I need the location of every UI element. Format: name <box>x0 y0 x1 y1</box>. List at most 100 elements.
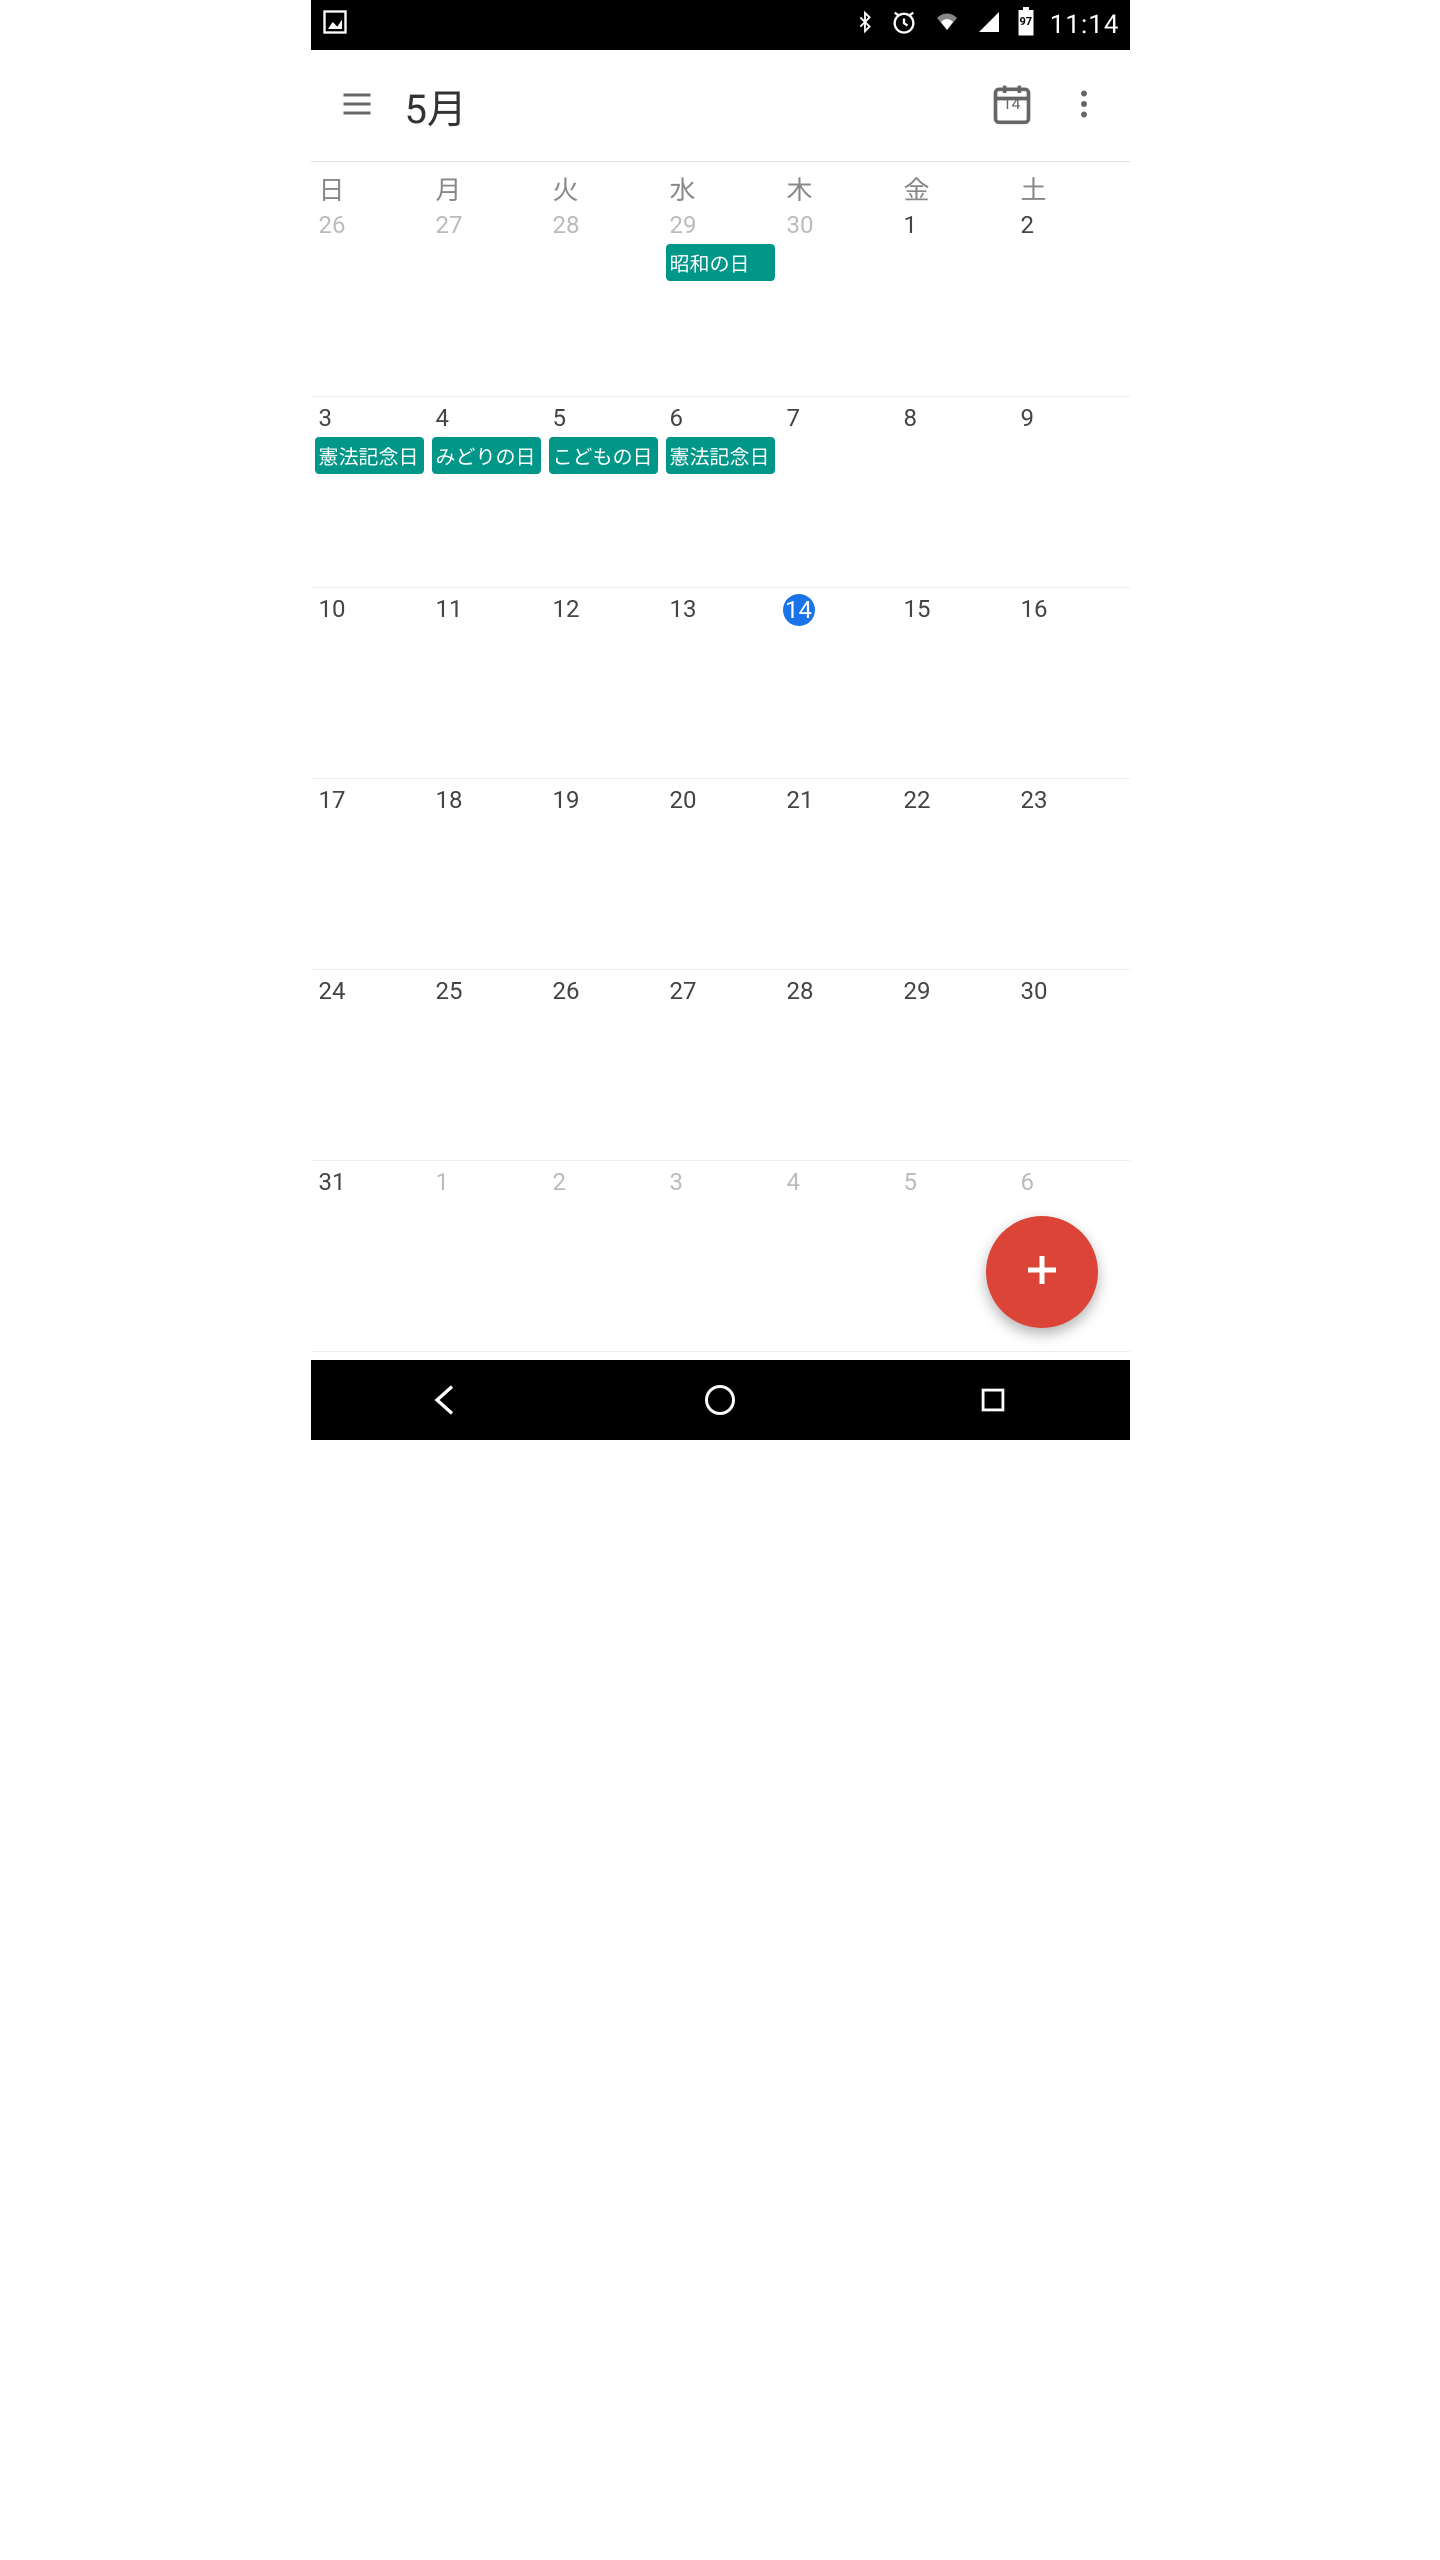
week-row: 2627 28 29 昭和の日 30 1 2 <box>311 206 1130 397</box>
day-cell[interactable]: 7 <box>779 397 896 587</box>
date-number: 18 <box>432 785 463 815</box>
day-cell[interactable]: 28 <box>545 206 662 396</box>
date-number: 16 <box>1017 594 1048 624</box>
date-number: 22 <box>900 785 931 815</box>
date-number: 27 <box>432 210 463 240</box>
day-cell[interactable]: 27 <box>662 970 779 1160</box>
date-number: 21 <box>783 785 814 815</box>
day-cell[interactable]: 2 <box>545 1161 662 1351</box>
hamburger-icon <box>339 86 375 126</box>
date-number: 3 <box>315 403 345 433</box>
date-number: 31 <box>315 1167 346 1197</box>
day-cell[interactable]: 11 <box>428 588 545 778</box>
day-header: 日 <box>311 162 428 207</box>
day-cell[interactable]: 29 <box>896 970 1013 1160</box>
add-event-button[interactable] <box>986 1216 1098 1328</box>
date-number: 5 <box>900 1167 930 1197</box>
battery-icon: 97 <box>1016 7 1036 44</box>
day-cell[interactable]: 19 <box>545 779 662 969</box>
appbar: 5月 14 <box>311 50 1130 162</box>
date-number: 27 <box>666 976 697 1006</box>
date-number: 25 <box>432 976 463 1006</box>
date-number: 6 <box>1017 1167 1047 1197</box>
event-chip[interactable]: みどりの日 <box>432 437 541 474</box>
day-cell[interactable]: 30 <box>779 206 896 396</box>
recents-button[interactable] <box>963 1370 1023 1430</box>
date-number: 9 <box>1017 403 1047 433</box>
day-cell[interactable]: 6 憲法記念日 <box>662 397 779 587</box>
battery-pct: 97 <box>1016 15 1036 28</box>
date-number: 14 <box>783 594 815 626</box>
day-cell[interactable]: 16 <box>1013 588 1130 778</box>
clock-text: 11:14 <box>1050 10 1120 40</box>
day-cell[interactable]: 15 <box>896 588 1013 778</box>
date-number: 24 <box>315 976 346 1006</box>
day-cell[interactable]: 21 <box>779 779 896 969</box>
statusbar: 97 11:14 <box>311 0 1130 50</box>
event-chip[interactable]: 憲法記念日 <box>666 437 775 474</box>
day-cell[interactable]: 1 <box>428 1161 545 1351</box>
day-cell[interactable]: 31 <box>311 1161 428 1351</box>
day-cell[interactable]: 29 昭和の日 <box>662 206 779 396</box>
date-number: 4 <box>783 1167 813 1197</box>
day-cell[interactable]: 28 <box>779 970 896 1160</box>
calendar-grid: 日月火水木金土 26272829昭和の日30123憲法記念日4みどりの日5こども… <box>311 162 1130 1352</box>
back-button[interactable] <box>417 1370 477 1430</box>
week-row: 3憲法記念日4みどりの日5こどもの日6憲法記念日789 <box>311 397 1130 588</box>
day-cell[interactable]: 17 <box>311 779 428 969</box>
date-number: 28 <box>549 210 580 240</box>
day-cell[interactable]: 10 <box>311 588 428 778</box>
day-cell[interactable]: 25 <box>428 970 545 1160</box>
date-number: 1 <box>900 210 930 240</box>
day-cell[interactable]: 1 <box>896 206 1013 396</box>
day-cell[interactable]: 20 <box>662 779 779 969</box>
more-vert-icon <box>1066 86 1102 126</box>
event-chip[interactable]: 憲法記念日 <box>315 437 424 474</box>
date-number: 17 <box>315 785 346 815</box>
week-row: 17 18 1920 21 22 23 <box>311 779 1130 970</box>
event-chip[interactable]: こどもの日 <box>549 437 658 474</box>
day-cell[interactable]: 24 <box>311 970 428 1160</box>
day-header: 木 <box>779 162 896 207</box>
date-number: 2 <box>1017 210 1047 240</box>
day-cell[interactable]: 26 <box>545 970 662 1160</box>
day-cell[interactable]: 18 <box>428 779 545 969</box>
day-cell[interactable]: 3 憲法記念日 <box>311 397 428 587</box>
day-cell[interactable]: 14 <box>779 588 896 778</box>
day-cell[interactable]: 30 <box>1013 970 1130 1160</box>
date-number: 6 <box>666 403 696 433</box>
day-cell[interactable]: 4みどりの日 <box>428 397 545 587</box>
date-number: 3 <box>666 1167 696 1197</box>
day-cell[interactable]: 8 <box>896 397 1013 587</box>
day-cell[interactable]: 12 <box>545 588 662 778</box>
date-number: 30 <box>783 210 814 240</box>
day-cell[interactable]: 27 <box>428 206 545 396</box>
day-cell[interactable]: 3 <box>662 1161 779 1351</box>
day-header: 水 <box>662 162 779 207</box>
day-cell[interactable]: 9 <box>1013 397 1130 587</box>
signal-icon <box>976 10 1002 41</box>
today-badge: 14 <box>976 94 1048 113</box>
today-button[interactable]: 14 <box>976 70 1048 142</box>
date-number: 12 <box>549 594 580 624</box>
date-number: 20 <box>666 785 697 815</box>
date-number: 30 <box>1017 976 1048 1006</box>
event-chip[interactable]: 昭和の日 <box>666 244 775 281</box>
day-cell[interactable]: 26 <box>311 206 428 396</box>
day-cell[interactable]: 13 <box>662 588 779 778</box>
date-number: 29 <box>666 210 697 240</box>
home-button[interactable] <box>690 1370 750 1430</box>
day-cell[interactable]: 5こどもの日 <box>545 397 662 587</box>
week-row: 24 25 2627 282930 <box>311 970 1130 1161</box>
day-cell[interactable]: 22 <box>896 779 1013 969</box>
day-cell[interactable]: 23 <box>1013 779 1130 969</box>
day-header: 金 <box>896 162 1013 207</box>
day-header: 土 <box>1013 162 1130 207</box>
day-cell[interactable]: 4 <box>779 1161 896 1351</box>
menu-button[interactable] <box>321 70 393 142</box>
page-title[interactable]: 5月 <box>405 77 467 135</box>
day-cell[interactable]: 2 <box>1013 206 1130 396</box>
date-number: 10 <box>315 594 346 624</box>
date-number: 1 <box>432 1167 462 1197</box>
overflow-button[interactable] <box>1048 70 1120 142</box>
